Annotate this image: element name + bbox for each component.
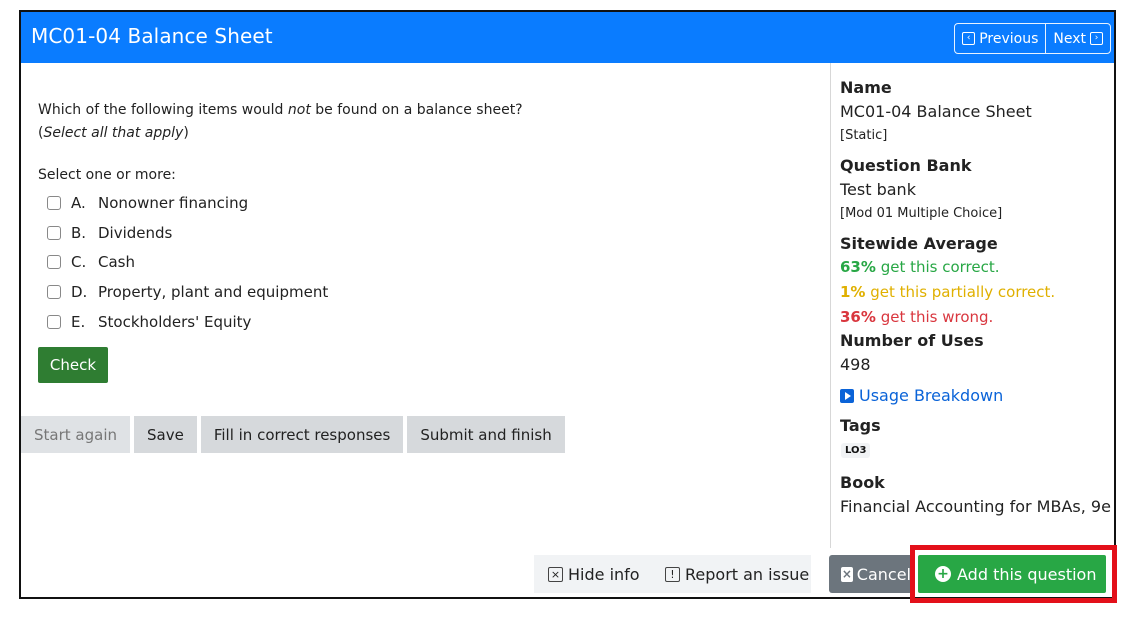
fill-correct-responses-button[interactable]: Fill in correct responses [200,416,404,453]
book-heading: Book [840,473,885,492]
modal-footer: × Hide info ! Report an issue × Cancel +… [21,548,1114,597]
usage-breakdown-link[interactable]: Usage Breakdown [840,386,1114,405]
number-of-uses-heading: Number of Uses [840,331,984,350]
answer-letter: A. [71,193,86,212]
add-this-question-button[interactable]: + Add this question [918,555,1106,593]
check-button[interactable]: Check [38,347,108,383]
question-title: MC01-04 Balance Sheet [31,24,273,48]
cancel-label: Cancel [856,564,911,584]
answer-option-e[interactable]: E. Stockholders' Equity [47,307,328,337]
question-info-sidebar: Name MC01-04 Balance Sheet [Static] Ques… [830,63,1114,550]
answer-option-c[interactable]: C. Cash [47,247,328,277]
answer-option-a[interactable]: A. Nonowner financing [47,188,328,218]
hide-info-label: Hide info [568,564,640,584]
question-text: Which of the following items would not b… [38,99,523,145]
question-name: MC01-04 Balance Sheet [840,102,1032,121]
name-heading: Name [840,78,892,97]
play-square-icon [840,388,854,403]
partial-text: get this partially correct. [870,283,1056,301]
close-square-icon: × [548,566,563,582]
answer-text: Cash [98,253,135,272]
checkbox-a[interactable] [47,195,61,210]
previous-button[interactable]: ‹ Previous [955,24,1045,53]
checkbox-b[interactable] [47,225,61,240]
question-bank-heading: Question Bank [840,156,972,175]
next-button[interactable]: Next › [1045,24,1110,53]
report-issue-label: Report an issue [685,564,810,584]
tags-heading: Tags [840,416,881,435]
tag-badge: LO3 [841,443,871,458]
wrong-text: get this wrong. [880,308,994,326]
question-suffix: be found on a balance sheet? [315,102,523,118]
save-button[interactable]: Save [134,416,197,453]
correct-stat: 63% get this correct. [840,255,1114,280]
exclamation-square-icon: ! [665,566,680,582]
wrong-percent: 36% [840,308,876,326]
answer-letter: D. [71,282,88,301]
checkbox-d[interactable] [47,284,61,299]
wrong-stat: 36% get this wrong. [840,305,1114,330]
next-label: Next [1053,30,1086,47]
modal-header: MC01-04 Balance Sheet ‹ Previous Next › [21,12,1114,63]
question-bank-category: [Mod 01 Multiple Choice] [840,206,1003,221]
correct-text: get this correct. [880,258,1000,276]
question-emphasis: not [287,102,311,118]
checkbox-e[interactable] [47,314,61,329]
partial-stat: 1% get this partially correct. [840,280,1114,305]
sitewide-average-heading: Sitewide Average [840,234,998,253]
instruction-emphasis: Select all that apply [43,125,184,141]
answer-list: A. Nonowner financing B. Dividends C. Ca… [47,188,328,336]
submit-and-finish-button[interactable]: Submit and finish [407,416,565,453]
select-prompt: Select one or more: [38,167,176,183]
chevron-right-icon: › [1090,32,1103,45]
answer-letter: C. [71,253,87,272]
answer-text: Stockholders' Equity [98,312,252,331]
partial-percent: 1% [840,283,866,301]
add-this-question-label: Add this question [957,564,1097,584]
answer-text: Property, plant and equipment [98,282,329,301]
correct-percent: 63% [840,258,876,276]
answer-text: Nonowner financing [98,193,249,212]
question-instruction: (Select all that apply) [38,122,523,145]
number-of-uses-value: 498 [840,355,871,374]
plus-circle-icon: + [935,566,951,582]
question-navigation: ‹ Previous Next › [954,23,1111,54]
previous-label: Previous [979,30,1039,47]
start-again-button[interactable]: Start again [21,416,130,453]
usage-breakdown-label: Usage Breakdown [859,386,1004,405]
hide-info-button[interactable]: × Hide info [534,555,653,593]
answer-option-d[interactable]: D. Property, plant and equipment [47,277,328,307]
question-prefix: Which of the following items would [38,102,284,118]
question-type: [Static] [840,128,888,143]
question-actions: Start again Save Fill in correct respons… [21,416,565,453]
answer-option-b[interactable]: B. Dividends [47,218,328,248]
close-square-icon: × [841,566,853,582]
question-content: Which of the following items would not b… [21,63,829,548]
report-issue-button[interactable]: ! Report an issue [653,555,811,593]
book-name: Financial Accounting for MBAs, 9e [840,497,1111,516]
instruction-close-paren: ) [183,125,189,141]
checkbox-c[interactable] [47,255,61,270]
answer-letter: B. [71,223,87,242]
question-bank-name: Test bank [840,180,916,199]
chevron-left-icon: ‹ [962,32,976,45]
answer-letter: E. [71,312,86,331]
answer-text: Dividends [98,223,173,242]
question-preview-modal: MC01-04 Balance Sheet ‹ Previous Next › … [19,10,1116,599]
question-line: Which of the following items would not b… [38,99,523,122]
cancel-button[interactable]: × Cancel [829,555,911,593]
